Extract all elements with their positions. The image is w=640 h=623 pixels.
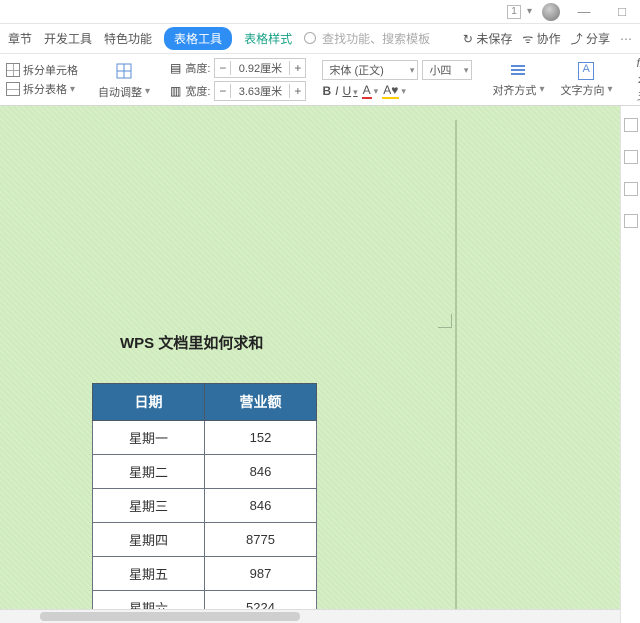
avatar[interactable] bbox=[542, 3, 560, 21]
font-color-button[interactable]: A bbox=[362, 83, 379, 99]
table-row: 星期四8775 bbox=[93, 523, 317, 557]
split-cell-icon bbox=[6, 63, 20, 77]
ribbon-toolbar: 拆分单元格 拆分表格 ▾ 自动调整 ▾ ▤ 高度: − 0.92厘米 + ▥ 宽… bbox=[0, 54, 640, 106]
menu-item-tabletools[interactable]: 表格工具 bbox=[164, 27, 232, 50]
split-table-button[interactable]: 拆分表格 ▾ bbox=[6, 81, 78, 97]
minimize-button[interactable]: — bbox=[570, 4, 598, 19]
font-color-icon: A bbox=[362, 83, 372, 99]
height-minus-button[interactable]: − bbox=[215, 61, 231, 75]
row-height-icon: ▤ bbox=[170, 61, 181, 75]
page-indicator: 1 bbox=[507, 5, 521, 19]
table-row: 星期一152 bbox=[93, 421, 317, 455]
share-button[interactable]: ⤴ 分享 bbox=[571, 30, 610, 47]
width-label: 宽度: bbox=[185, 83, 210, 99]
sidebar-tool-3[interactable] bbox=[624, 182, 638, 196]
document-canvas[interactable]: WPS 文档里如何求和 日期 营业额 星期一152 星期二846 星期三846 … bbox=[0, 106, 620, 623]
bold-button[interactable]: B bbox=[322, 84, 331, 98]
right-sidebar bbox=[620, 106, 640, 623]
split-cell-button[interactable]: 拆分单元格 bbox=[6, 62, 78, 78]
underline-button[interactable]: U bbox=[342, 84, 357, 98]
sidebar-tool-1[interactable] bbox=[624, 118, 638, 132]
highlight-button[interactable]: A♥ bbox=[382, 83, 406, 99]
split-table-icon bbox=[6, 82, 20, 96]
text-direction-icon bbox=[578, 62, 594, 80]
search-box[interactable]: 查找功能、搜索模板 bbox=[304, 30, 430, 47]
height-label: 高度: bbox=[185, 60, 210, 76]
table-row: 星期五987 bbox=[93, 557, 317, 591]
width-plus-button[interactable]: + bbox=[289, 84, 305, 98]
menu-bar: 章节 开发工具 特色功能 表格工具 表格样式 查找功能、搜索模板 ↻ 未保存 ᯤ… bbox=[0, 24, 640, 54]
italic-button[interactable]: I bbox=[335, 84, 338, 98]
page-edge bbox=[455, 120, 457, 623]
auto-adjust-button[interactable]: 自动调整 ▾ bbox=[94, 60, 154, 100]
auto-adjust-icon bbox=[113, 60, 135, 82]
height-value[interactable]: 0.92厘米 bbox=[231, 60, 289, 76]
search-icon bbox=[304, 32, 318, 46]
fx-icon: fx 公式 bbox=[637, 56, 640, 104]
font-size-combo[interactable]: 小四 bbox=[422, 60, 472, 80]
align-button[interactable]: 对齐方式 ▾ bbox=[488, 62, 548, 98]
formula-button[interactable]: fx 公式 bbox=[633, 56, 640, 104]
chevron-down-icon[interactable]: ▾ bbox=[527, 6, 532, 17]
document-title: WPS 文档里如何求和 bbox=[120, 332, 263, 353]
scrollbar-thumb[interactable] bbox=[40, 612, 300, 621]
window-titlebar: 1 ▾ — □ bbox=[0, 0, 640, 24]
table-row: 星期三846 bbox=[93, 489, 317, 523]
width-minus-button[interactable]: − bbox=[215, 84, 231, 98]
width-spinner[interactable]: − 3.63厘米 + bbox=[214, 81, 306, 101]
col-header-date[interactable]: 日期 bbox=[93, 384, 205, 421]
align-icon bbox=[509, 62, 527, 80]
sidebar-tool-2[interactable] bbox=[624, 150, 638, 164]
height-plus-button[interactable]: + bbox=[289, 61, 305, 75]
collab-button[interactable]: ᯤ 协作 bbox=[522, 30, 560, 47]
search-placeholder: 查找功能、搜索模板 bbox=[322, 30, 430, 47]
height-spinner[interactable]: − 0.92厘米 + bbox=[214, 58, 306, 78]
font-name-combo[interactable]: 宋体 (正文) bbox=[322, 60, 418, 80]
menu-item-tablestyle[interactable]: 表格样式 bbox=[244, 30, 292, 47]
menu-item-section[interactable]: 章节 bbox=[8, 30, 32, 47]
maximize-button[interactable]: □ bbox=[608, 4, 636, 19]
unsaved-indicator[interactable]: ↻ 未保存 bbox=[463, 30, 512, 47]
col-width-icon: ▥ bbox=[170, 84, 181, 98]
sidebar-tool-4[interactable] bbox=[624, 214, 638, 228]
width-value[interactable]: 3.63厘米 bbox=[231, 83, 289, 99]
data-table[interactable]: 日期 营业额 星期一152 星期二846 星期三846 星期四8775 星期五9… bbox=[92, 383, 317, 623]
highlight-icon: A♥ bbox=[382, 83, 399, 99]
table-row: 星期二846 bbox=[93, 455, 317, 489]
crop-mark-icon bbox=[438, 314, 452, 328]
horizontal-scrollbar[interactable] bbox=[0, 609, 620, 623]
menu-item-devtools[interactable]: 开发工具 bbox=[44, 30, 92, 47]
col-header-revenue[interactable]: 营业额 bbox=[205, 384, 317, 421]
menu-item-feature[interactable]: 特色功能 bbox=[104, 30, 152, 47]
more-icon[interactable]: ⋯ bbox=[620, 32, 632, 46]
text-direction-button[interactable]: 文字方向 ▾ bbox=[556, 62, 616, 98]
